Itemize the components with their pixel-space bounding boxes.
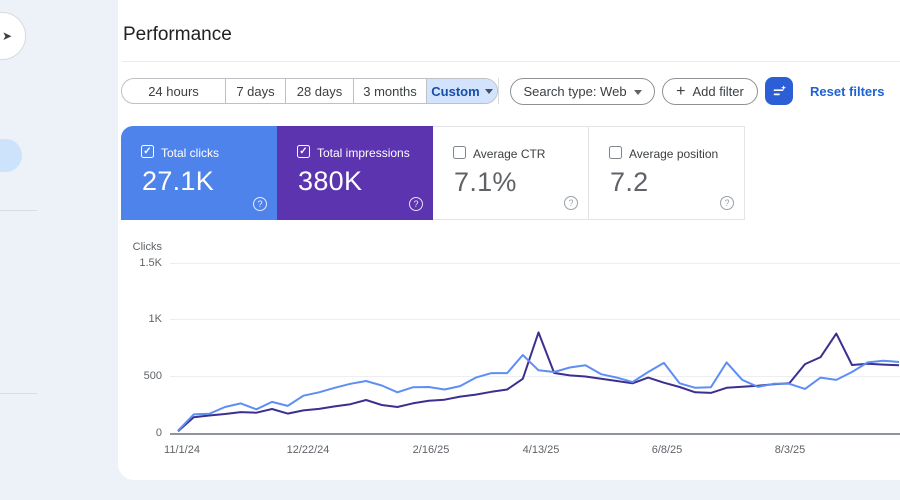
average-ctr-card[interactable]: Average CTR 7.1% ? (433, 126, 589, 220)
help-icon[interactable]: ? (253, 197, 267, 211)
add-filter-chip[interactable]: + Add filter (662, 78, 758, 105)
filter-presets-button[interactable] (765, 77, 793, 105)
card-label: Total impressions (317, 146, 410, 160)
chart-axis-title: Clicks (132, 241, 162, 253)
card-label: Average position (629, 147, 719, 161)
x-tick-label: 6/8/25 (651, 444, 683, 456)
plus-icon: + (676, 82, 686, 100)
active-nav-highlight[interactable] (0, 139, 22, 172)
x-tick-label: 11/1/24 (164, 444, 200, 456)
x-tick-label: 12/22/24 (286, 444, 330, 456)
property-icon: ➤ (1, 29, 12, 43)
search-type-chip[interactable]: Search type: Web (510, 78, 655, 105)
card-label: Total clicks (161, 146, 220, 160)
y-tick-label: 0 (155, 427, 162, 439)
title-divider (122, 61, 900, 62)
gridline-1500 (170, 263, 900, 264)
date-range-group: 24 hours 7 days 28 days 3 months Custom (121, 78, 498, 104)
reset-filters-link[interactable]: Reset filters (810, 84, 884, 99)
sidebar-divider (0, 393, 37, 394)
checkbox-checked-icon[interactable]: ✓ (141, 145, 154, 158)
page-title: Performance (123, 24, 232, 45)
x-axis-baseline (170, 433, 900, 435)
range-28-days[interactable]: 28 days (286, 79, 354, 103)
card-value: 7.2 (610, 167, 649, 197)
filter-sliders-icon (773, 84, 786, 95)
line-total-clicks (177, 354, 900, 432)
x-tick-label: 4/13/25 (522, 444, 560, 456)
card-value: 380K (298, 166, 363, 196)
card-value: 27.1K (142, 166, 215, 196)
gridline-1000 (170, 319, 900, 320)
total-clicks-card[interactable]: ✓ Total clicks 27.1K ? (121, 126, 277, 220)
chevron-down-icon (633, 89, 642, 95)
range-7-days[interactable]: 7 days (226, 79, 286, 103)
help-icon[interactable]: ? (720, 196, 734, 210)
help-icon[interactable]: ? (409, 197, 423, 211)
average-position-card[interactable]: Average position 7.2 ? (589, 126, 745, 220)
metric-cards-row: ✓ Total clicks 27.1K ? ✓ Total impressio… (121, 126, 745, 220)
y-tick-label: 1.5K (139, 257, 162, 269)
range-3-months[interactable]: 3 months (354, 79, 427, 103)
property-selector-button[interactable]: ➤ (0, 12, 26, 60)
checkbox-unchecked-icon[interactable] (453, 146, 466, 159)
checkbox-unchecked-icon[interactable] (609, 146, 622, 159)
card-label: Average CTR (473, 147, 546, 161)
gridline-500 (170, 376, 900, 377)
x-tick-label: 8/3/25 (774, 444, 806, 456)
checkbox-checked-icon[interactable]: ✓ (297, 145, 310, 158)
chart-lines-svg (177, 331, 900, 433)
total-impressions-card[interactable]: ✓ Total impressions 380K ? (277, 126, 433, 220)
range-24-hours[interactable]: 24 hours (122, 79, 226, 103)
y-tick-label: 1K (148, 313, 162, 325)
y-tick-label: 500 (143, 370, 162, 382)
line-total-impressions (177, 331, 900, 433)
x-tick-label: 2/16/25 (412, 444, 450, 456)
range-custom[interactable]: Custom (427, 79, 497, 103)
help-icon[interactable]: ? (564, 196, 578, 210)
chevron-down-icon (484, 89, 493, 94)
performance-panel: Performance 24 hours 7 days 28 days 3 mo… (118, 0, 900, 480)
card-value: 7.1% (454, 167, 517, 197)
sidebar-divider (0, 210, 37, 211)
filter-row-divider (498, 78, 499, 104)
